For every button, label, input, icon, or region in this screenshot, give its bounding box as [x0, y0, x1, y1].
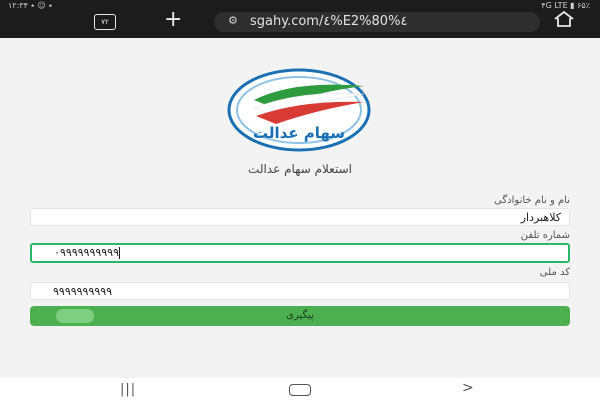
phone-field[interactable]: ۰۹۹۹۹۹۹۹۹۹۹	[30, 243, 570, 263]
tune-icon[interactable]: ⚙	[228, 14, 238, 27]
plus-icon[interactable]: +	[164, 7, 182, 32]
submit-button[interactable]: پیگیری	[30, 306, 570, 326]
phone-value: ۰۹۹۹۹۹۹۹۹۹۹	[54, 246, 119, 259]
tabs-icon[interactable]: ۷۲	[94, 14, 116, 30]
back-icon[interactable]: >	[462, 380, 474, 396]
page-title: استعلام سهام عدالت	[248, 162, 352, 176]
name-field[interactable]: کلاهبردار	[30, 208, 570, 226]
recent-apps-icon[interactable]: |||	[120, 382, 136, 397]
status-time: ۱۲:۳۴ ٭ ☺ ٭	[8, 1, 53, 10]
navigation-bar: ||| >	[0, 378, 600, 400]
national-id-field[interactable]: ۹۹۹۹۹۹۹۹۹۹	[30, 282, 570, 300]
button-highlight	[56, 309, 94, 323]
address-bar[interactable]: ⚙ sgahy.com/٤%E2%80%٤	[214, 12, 540, 32]
url-text[interactable]: sgahy.com/٤%E2%80%٤	[250, 14, 407, 29]
browser-toolbar: ۱۲:۳۴ ٭ ☺ ٭ ۴G LTE ▮ ۶۵٪ ۷۲ + ⚙ sgahy.co…	[0, 0, 600, 38]
logo: سهام عدالت	[227, 68, 371, 152]
national-id-label: کد ملی	[539, 267, 570, 278]
home-icon[interactable]	[552, 10, 576, 32]
phone-label: شماره تلفن	[520, 230, 570, 241]
name-label: نام و نام خانوادگی	[494, 195, 570, 206]
text-caret	[119, 247, 120, 259]
logo-text: سهام عدالت	[253, 124, 345, 142]
tab-count: ۷۲	[101, 18, 109, 26]
home-pill-icon[interactable]	[289, 384, 311, 396]
status-indicators: ۴G LTE ▮ ۶۵٪	[541, 1, 590, 10]
